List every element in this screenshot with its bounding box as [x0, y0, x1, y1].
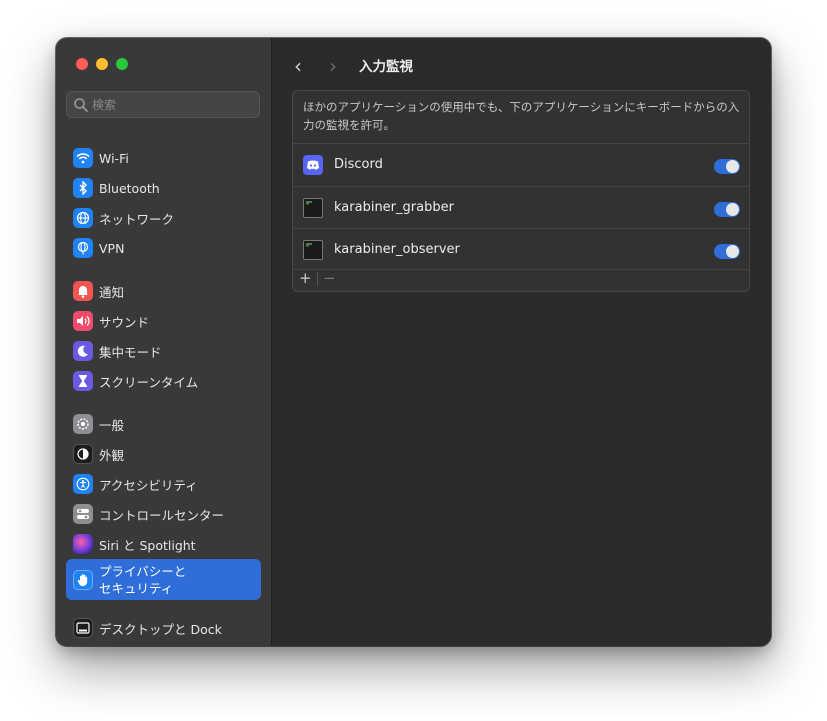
app-name: Discord [334, 157, 383, 172]
sidebar-item-label: Bluetooth [99, 180, 160, 196]
sidebar-item-label: 集中モード [99, 344, 162, 360]
sidebar-item-label: プライバシーと セキュリティ [99, 563, 187, 596]
settings-window: Wi-Fi Bluetooth ネットワーク VPN [56, 38, 771, 646]
app-row-discord: Discord [293, 144, 749, 186]
app-name: karabiner_grabber [334, 200, 454, 215]
sidebar: Wi-Fi Bluetooth ネットワーク VPN [56, 38, 272, 646]
main-pane: ‹ › 入力監視 ほかのアプリケーションの使用中でも、下のアプリケーションにキー… [272, 38, 771, 646]
sidebar-item-label: 一般 [99, 417, 125, 433]
terminal-icon [303, 198, 323, 218]
sidebar-item-wifi[interactable]: Wi-Fi [66, 144, 261, 172]
switches-icon [73, 504, 93, 524]
discord-toggle[interactable] [714, 159, 740, 174]
search-field[interactable] [66, 91, 260, 118]
accessibility-icon [73, 474, 93, 494]
sidebar-item-label: スクリーンタイム [99, 374, 199, 390]
search-input[interactable] [92, 95, 252, 114]
moon-icon [73, 341, 93, 361]
app-row-karabiner-observer: karabiner_observer [293, 229, 749, 271]
bluetooth-icon [73, 178, 93, 198]
sidebar-item-screen-time[interactable]: スクリーンタイム [66, 367, 261, 395]
sidebar-item-bluetooth[interactable]: Bluetooth [66, 174, 261, 202]
sidebar-item-desktop-dock[interactable]: デスクトップと Dock [66, 614, 261, 642]
divider [317, 272, 318, 286]
sidebar-item-label: サウンド [99, 314, 150, 330]
globe-icon [73, 238, 93, 258]
toggle-knob [726, 203, 739, 216]
sidebar-item-label: Siri と Spotlight [99, 537, 196, 553]
sidebar-item-general[interactable]: 一般 [66, 410, 261, 438]
sidebar-item-control-center[interactable]: コントロールセンター [66, 500, 261, 528]
sidebar-item-label: アクセシビリティ [99, 477, 198, 493]
traffic-lights [76, 58, 128, 70]
sidebar-item-label: デスクトップと Dock [99, 621, 222, 637]
sidebar-item-focus[interactable]: 集中モード [66, 337, 261, 365]
sidebar-item-sound[interactable]: サウンド [66, 307, 261, 335]
sidebar-item-label: Wi-Fi [99, 150, 129, 166]
app-name: karabiner_observer [334, 242, 460, 257]
wifi-icon [73, 148, 93, 168]
hand-icon [73, 569, 93, 590]
sidebar-item-label: コントロールセンター [99, 507, 225, 523]
bell-icon [73, 281, 93, 301]
sidebar-item-network[interactable]: ネットワーク [66, 204, 261, 232]
sidebar-item-privacy-security[interactable]: プライバシーと セキュリティ [66, 559, 261, 600]
zoom-button[interactable] [116, 58, 128, 70]
app-row-karabiner-grabber: karabiner_grabber [293, 187, 749, 229]
page-title: 入力監視 [359, 59, 413, 75]
description-text: ほかのアプリケーションの使用中でも、下のアプリケーションにキーボードからの入力の… [303, 100, 740, 132]
toggle-knob [726, 160, 739, 173]
list-footer: + − [293, 267, 749, 291]
appearance-icon [73, 444, 93, 464]
sidebar-item-siri-spotlight[interactable]: Siri と Spotlight [66, 530, 261, 558]
toggle-knob [726, 245, 739, 258]
sidebar-item-label: ネットワーク [99, 211, 175, 227]
back-button[interactable]: ‹ [294, 54, 302, 78]
terminal-icon [303, 240, 323, 260]
sidebar-item-appearance[interactable]: 外観 [66, 440, 261, 468]
sidebar-item-label: 通知 [99, 284, 125, 300]
add-button[interactable]: + [299, 269, 312, 287]
minimize-button[interactable] [96, 58, 108, 70]
sidebar-item-notifications[interactable]: 通知 [66, 277, 261, 305]
siri-icon [73, 534, 93, 554]
forward-button[interactable]: › [329, 54, 337, 78]
sidebar-item-label: 外観 [99, 447, 125, 463]
input-monitoring-list: ほかのアプリケーションの使用中でも、下のアプリケーションにキーボードからの入力の… [292, 90, 750, 292]
sidebar-item-vpn[interactable]: VPN [66, 234, 261, 262]
search-icon [74, 98, 88, 112]
remove-button[interactable]: − [323, 269, 336, 287]
karabiner-observer-toggle[interactable] [714, 244, 740, 259]
sidebar-item-label: VPN [99, 240, 125, 256]
sidebar-item-accessibility[interactable]: アクセシビリティ [66, 470, 261, 498]
speaker-icon [73, 311, 93, 331]
globe-icon [73, 208, 93, 228]
karabiner-grabber-toggle[interactable] [714, 202, 740, 217]
dock-icon [73, 618, 93, 638]
hourglass-icon [73, 371, 93, 391]
gear-icon [73, 414, 93, 434]
close-button[interactable] [76, 58, 88, 70]
discord-icon [303, 155, 323, 175]
